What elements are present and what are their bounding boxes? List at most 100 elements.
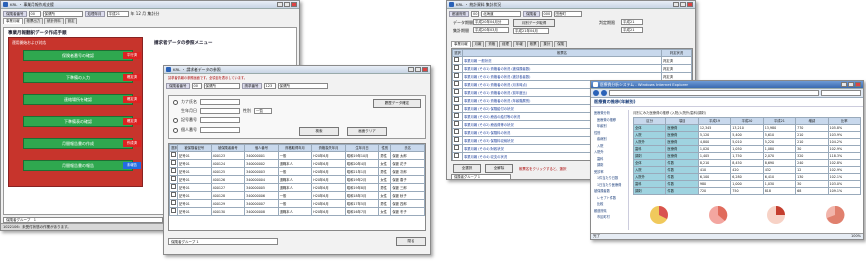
history-button[interactable]: 履歴データ確定 (373, 99, 421, 108)
row-checkbox[interactable] (454, 145, 459, 150)
row-checkbox[interactable] (454, 65, 459, 70)
radio-symbol[interactable] (173, 117, 178, 123)
personal-input[interactable] (200, 127, 240, 133)
prefecture-name[interactable]: 北海道 (481, 10, 521, 17)
insurer-name-field[interactable]: 保健所 (203, 82, 240, 89)
close-button[interactable] (291, 2, 297, 7)
tab-5[interactable]: 帳票 (526, 41, 540, 47)
deadline-field-2[interactable]: 平成21 (621, 27, 643, 33)
address-field[interactable]: 保健所 (277, 82, 328, 89)
process-year-field[interactable]: 平成21 (106, 10, 129, 17)
tab-0[interactable]: 事業月報 (451, 41, 471, 47)
minimize-button[interactable] (841, 82, 847, 87)
table-row[interactable]: 記号01 400128 340000006 一般 H20年6月 昭和18年3月 女性 保健 秋… (169, 191, 425, 200)
table-header-cell[interactable]: 平成20 (730, 117, 764, 125)
step-button-4[interactable]: 下準備表の確認 (23, 116, 133, 127)
row-checkbox[interactable] (454, 121, 459, 126)
minimize-button[interactable] (408, 67, 414, 72)
table-row[interactable]: 記号01 400123 340000001 一般 H20年6月 昭和19年10月 男性 保健 … (169, 151, 425, 160)
row-checkbox[interactable] (454, 57, 459, 62)
row-checkbox[interactable] (171, 168, 176, 173)
step-button-6[interactable]: 月間報告書の報告 (23, 160, 133, 171)
step-button-2[interactable]: 下準備の入力 (23, 72, 133, 83)
col-number[interactable]: 被保険者番号 (210, 144, 246, 152)
table-header-cell[interactable]: 項目 (665, 117, 699, 125)
search-box[interactable] (821, 90, 861, 96)
maximize-button[interactable] (680, 2, 686, 7)
row-checkbox[interactable] (454, 137, 459, 142)
tab-2[interactable]: 統計資料 (44, 18, 64, 24)
address-bar[interactable] (609, 90, 819, 96)
tab-6[interactable]: 集計 (540, 41, 554, 47)
tab-0[interactable]: 事業月報 (3, 18, 23, 24)
row-checkbox[interactable] (454, 113, 459, 118)
kana-input[interactable] (200, 99, 240, 105)
claim-number-field[interactable]: 123 (263, 82, 276, 89)
row-checkbox[interactable] (171, 160, 176, 165)
tab-3[interactable]: 経理 (499, 41, 512, 47)
minimize-button[interactable] (673, 2, 679, 7)
tab-1[interactable]: 月報 (471, 41, 485, 47)
sex-select[interactable]: 一覧 (254, 108, 272, 114)
deadline-field-1[interactable]: 平成21 (621, 19, 643, 25)
col-birth[interactable]: 生年月日 (344, 144, 380, 152)
row-checkbox[interactable] (454, 129, 459, 134)
minimize-button[interactable] (277, 2, 283, 7)
tab-2[interactable]: 資格 (485, 41, 499, 47)
search-button[interactable]: 検索 (299, 127, 339, 136)
table-row[interactable]: 記号01 400126 340000004 退職本人 H20年6月 昭和19年2月 女性 保健… (169, 175, 425, 184)
radio-kana[interactable] (173, 99, 178, 105)
tab-1[interactable]: 帳票出力 (23, 18, 44, 24)
insurer-number-field[interactable]: 00 (28, 10, 41, 17)
clear-button[interactable]: 画面クリア (347, 127, 387, 136)
col-sex[interactable]: 性別 (378, 144, 392, 152)
col-personal[interactable]: 個人番号 (244, 144, 279, 152)
data-period-field[interactable]: 平成20年04月分 (473, 19, 509, 25)
row-checkbox[interactable] (171, 152, 176, 157)
table-row[interactable]: 記号01 400129 340000007 一般 H20年6月 昭和17年5月 男性 保健 四… (169, 199, 425, 208)
step-button-5[interactable]: 月間報告書の作成 (23, 138, 133, 149)
col-acquire[interactable]: 資格取得年月 (277, 144, 313, 152)
insurer-number-field[interactable]: 00 (191, 82, 202, 89)
tree-item[interactable]: 市区町村 (593, 214, 628, 221)
list-item[interactable]: 事業月報 (その1) 資格者の状況 (被保険者数) 判定済 (452, 64, 692, 73)
table-row[interactable]: 記号01 400124 340000002 退職本人 H20年6月 昭和20年4月 女性 保健… (169, 159, 425, 168)
birth-input[interactable] (200, 108, 240, 114)
list-item[interactable]: 事業月報 一般状況 判定済 (452, 56, 692, 65)
table-header-cell[interactable]: 増減 (795, 117, 829, 125)
tab-7[interactable]: 保険 (554, 41, 568, 47)
table-header-cell[interactable]: 比率 (827, 117, 862, 125)
close-button[interactable] (422, 67, 428, 72)
tab-3[interactable]: 設定 (64, 18, 78, 24)
period-from[interactable]: 平成20年03月 (473, 27, 509, 33)
insurer-code[interactable]: 000 (541, 10, 552, 17)
maximize-button[interactable] (848, 82, 854, 87)
symbol-input[interactable] (200, 117, 240, 123)
maximize-button[interactable] (415, 67, 421, 72)
monthly-data-button[interactable]: 月別データ取得 (513, 19, 555, 27)
row-checkbox[interactable] (171, 184, 176, 189)
report-name[interactable]: 事業月報 (その1) 資格者の状況 (被保険者数) (462, 64, 662, 73)
col-status[interactable]: 判定状況 (661, 49, 692, 57)
tab-4[interactable]: 年報 (512, 41, 526, 47)
close-dialog-button[interactable]: 閉る (396, 237, 426, 246)
row-checkbox[interactable] (171, 200, 176, 205)
zoom-level[interactable]: 100% (851, 234, 861, 239)
prefecture-code[interactable]: 00 (471, 10, 479, 17)
col-select[interactable]: 選択 (169, 144, 178, 152)
report-name[interactable]: 事業月報 一般状況 (462, 56, 662, 65)
col-report[interactable]: 帳票名 (462, 49, 662, 57)
table-header-cell[interactable]: 区分 (632, 117, 667, 125)
row-checkbox[interactable] (454, 105, 459, 110)
maximize-button[interactable] (284, 2, 290, 7)
back-icon[interactable] (593, 90, 599, 96)
close-button[interactable] (855, 82, 861, 87)
col-select[interactable]: 選択 (452, 49, 463, 57)
col-loss[interactable]: 資格喪失年月 (311, 144, 346, 152)
close-button[interactable] (687, 2, 693, 7)
insurer-name[interactable]: 田舎町 (553, 10, 582, 17)
table-header-cell[interactable]: 平成19 (697, 117, 732, 125)
table-row[interactable]: 記号01 400125 340000003 一般 H20年6月 昭和21年1月 男性 保健 次… (169, 167, 425, 176)
col-name[interactable]: 氏名 (390, 144, 425, 152)
insurer-name-field[interactable]: 保健所 (42, 10, 83, 17)
